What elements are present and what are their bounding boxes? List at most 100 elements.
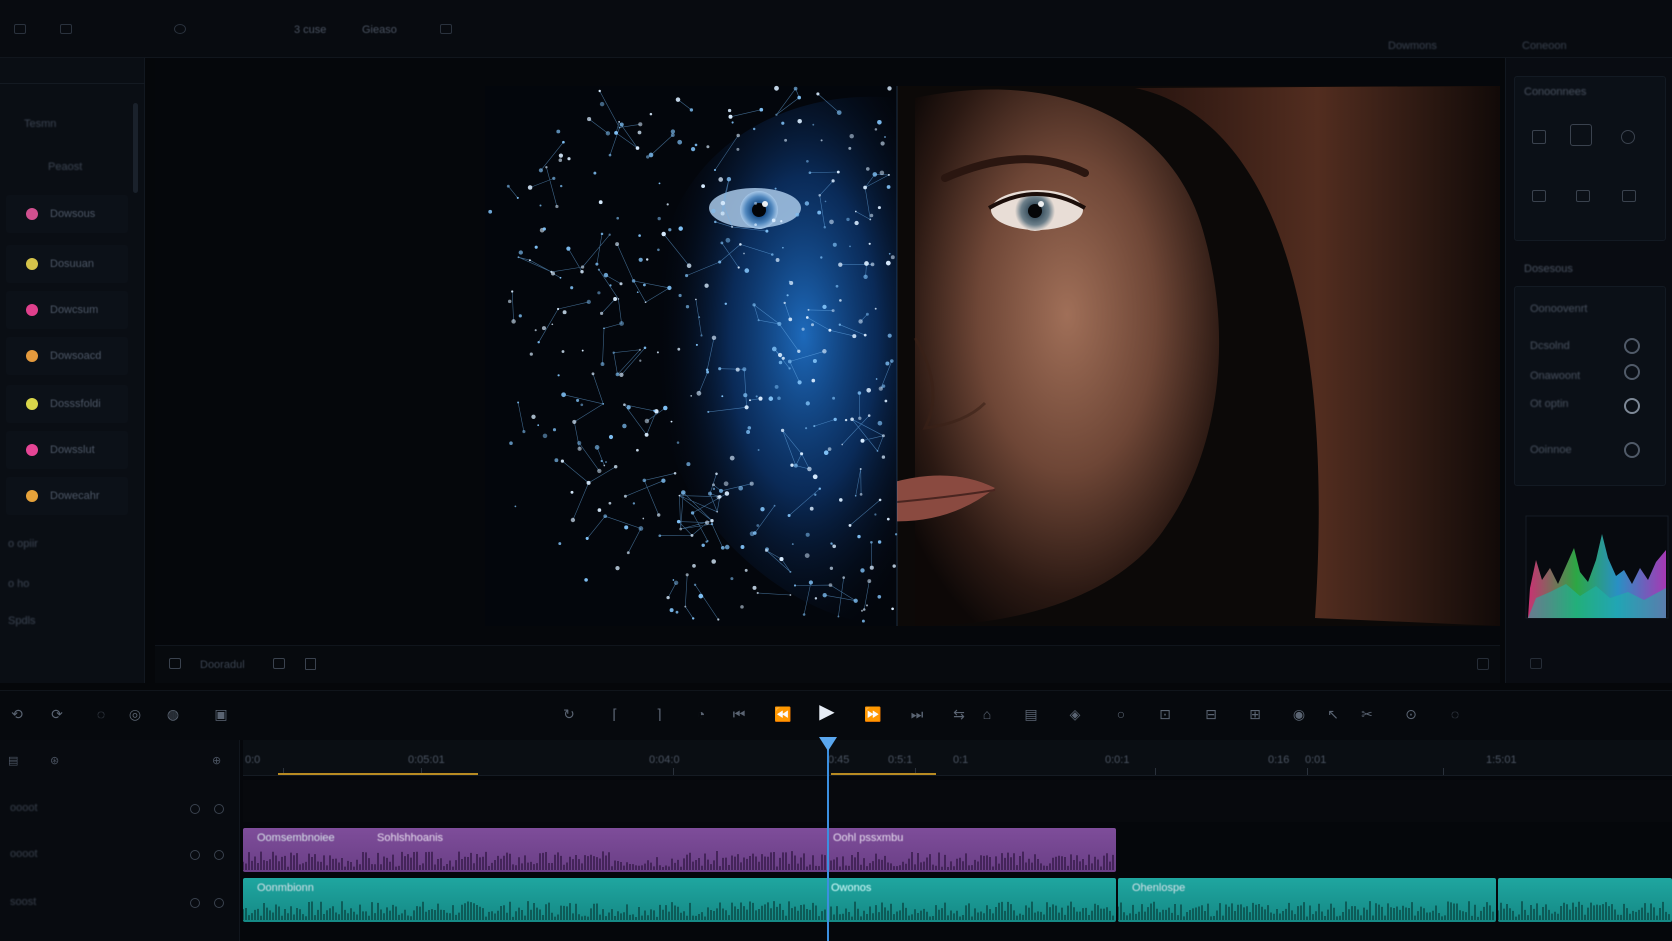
transform-icon[interactable] [1532, 130, 1546, 144]
effects-box [1514, 76, 1666, 241]
audio-clip[interactable]: Ohenlospe [1118, 878, 1496, 922]
bin-folder-label[interactable]: o ho [8, 578, 29, 590]
previous-frame-icon[interactable]: ⏪ [774, 705, 792, 723]
blade-icon[interactable]: ✂ [1358, 705, 1376, 723]
color-tag-icon [26, 490, 38, 502]
mark-out-icon[interactable]: ⌉ [650, 705, 668, 723]
bin-label-1[interactable]: Tesmn [24, 118, 56, 130]
track-visibility-icon[interactable] [190, 804, 200, 814]
viewer-footer-label[interactable]: Dooradul [200, 659, 245, 671]
dial-knob[interactable] [1624, 398, 1640, 414]
color-tag-icon [26, 258, 38, 270]
ripple-icon[interactable]: ◎ [126, 705, 144, 723]
viewer-mode-label[interactable]: Dowmons [1388, 40, 1437, 52]
breadcrumb-item-2[interactable]: Gieaso [362, 24, 397, 36]
track-lock-icon[interactable] [214, 804, 224, 814]
bin-label-2[interactable]: Peaost [48, 161, 82, 173]
snapshot-icon[interactable]: ◈ [1066, 705, 1084, 723]
mark-in-icon[interactable]: ⌈ [606, 705, 624, 723]
zoom-icon[interactable]: ○ [1112, 705, 1130, 723]
pointer-icon[interactable]: ↖ [1324, 705, 1342, 723]
playhead-handle[interactable] [819, 737, 837, 751]
menu-icon[interactable] [14, 24, 26, 34]
audio-clip[interactable] [1498, 878, 1672, 922]
list-item[interactable]: Dowsous [6, 195, 128, 233]
clip-name: Oomsembnoiee [257, 832, 335, 844]
lock-icon[interactable]: ⌂ [978, 705, 996, 723]
media-bin-scrollbar[interactable] [133, 103, 138, 193]
fullscreen-icon[interactable] [1477, 658, 1489, 670]
audio-meter-icon[interactable]: ◉ [1290, 705, 1308, 723]
color-tag-icon [26, 444, 38, 456]
clip-name: Owonos [831, 882, 872, 894]
clip-waveform [1118, 901, 1494, 920]
step-icon[interactable]: ◔ [692, 705, 710, 723]
mask-icon[interactable] [1622, 190, 1636, 202]
bin-icon[interactable] [169, 658, 181, 669]
in-out-range-marker[interactable] [278, 773, 478, 775]
track-lock-icon[interactable] [214, 850, 224, 860]
track-label: soost [10, 896, 37, 908]
clip-waveform [1498, 901, 1670, 920]
marker-icon[interactable]: ◍ [164, 705, 182, 723]
dial-knob[interactable] [1624, 442, 1640, 458]
video-clip[interactable]: Oomsembnoiee Sohlshhoanis Oohl pssxmbu [243, 828, 1116, 872]
audio-scope [1525, 515, 1669, 619]
ruler-tick-label: 0:04:0 [649, 754, 680, 766]
list-item[interactable]: Dowsslut [6, 431, 128, 469]
list-item[interactable]: Dowsoacd [6, 337, 128, 375]
dial-knob[interactable] [1624, 364, 1640, 380]
timecode-ruler[interactable]: 0:0 0:05:01 0:04:0 0:45 0:5:1 0:1 0:0:1 … [243, 740, 1672, 776]
more-icon[interactable]: ◌ [1446, 705, 1464, 723]
export-frame-icon[interactable]: ▤ [1022, 705, 1040, 723]
next-frame-icon[interactable]: ⏩ [864, 705, 882, 723]
preview-viewer[interactable] [155, 58, 1500, 683]
speed-icon[interactable] [1576, 190, 1590, 202]
go-to-start-icon[interactable]: ⏮ [730, 705, 748, 723]
play-button[interactable]: ▶ [818, 702, 836, 722]
overwrite-icon[interactable]: ⊟ [1202, 705, 1220, 723]
playhead[interactable] [827, 740, 829, 941]
link-clips-icon[interactable]: ⊛ [50, 754, 59, 767]
control-label: Dcsolnd [1530, 340, 1570, 352]
transport-bar: ⟲ ⟳ ◌ ◎ ◍ ▣ ↻ ⌈ ⌉ ◔ ⏮ ⏪ ▶ ⏩ ⏭ ⇆ ⌂ ▤ ◈ ○ … [0, 690, 1672, 740]
loop-icon[interactable] [273, 658, 285, 669]
snap-icon[interactable]: ▣ [212, 705, 230, 723]
audio-icon[interactable] [1532, 190, 1546, 202]
color-icon[interactable] [1621, 130, 1635, 144]
list-item[interactable]: Dowecahr [6, 477, 128, 515]
track-visibility-icon[interactable] [190, 850, 200, 860]
track-mute-icon[interactable] [190, 898, 200, 908]
undo-icon[interactable]: ⟲ [8, 705, 26, 723]
add-track-icon[interactable]: ⊕ [212, 754, 221, 767]
refresh-icon[interactable] [440, 24, 452, 34]
replace-icon[interactable]: ⊞ [1246, 705, 1264, 723]
settings-icon[interactable] [1530, 658, 1542, 669]
track-label: oooot [10, 848, 38, 860]
in-out-range-marker[interactable] [831, 773, 936, 775]
link-icon[interactable]: ⊙ [1402, 705, 1420, 723]
bin-folder-label[interactable]: Spdls [8, 615, 36, 627]
search-icon[interactable] [174, 24, 186, 34]
video-track-empty[interactable] [243, 780, 1672, 822]
track-tools-icon[interactable]: ▤ [8, 754, 18, 767]
bin-folder-label[interactable]: o opiir [8, 538, 38, 550]
shuttle-icon[interactable]: ⇆ [950, 705, 968, 723]
go-to-end-icon[interactable]: ⏭ [908, 705, 926, 723]
insert-icon[interactable]: ⊡ [1156, 705, 1174, 723]
folder-icon[interactable] [60, 24, 72, 34]
track-lock-icon[interactable] [214, 898, 224, 908]
list-item[interactable]: Dowcsum [6, 291, 128, 329]
list-item[interactable]: Dosuuan [6, 245, 128, 283]
loop-icon[interactable]: ↻ [560, 705, 578, 723]
inspector-tab-label[interactable]: Coneoon [1522, 40, 1567, 52]
cut-icon[interactable]: ◌ [92, 705, 110, 723]
list-item[interactable]: Dosssfoldi [6, 385, 128, 423]
control-label: Oonoovenrt [1530, 303, 1588, 315]
clipboard-icon[interactable] [305, 658, 316, 670]
redo-icon[interactable]: ⟳ [48, 705, 66, 723]
breadcrumb-item-1[interactable]: 3 cuse [294, 24, 326, 36]
dial-knob[interactable] [1624, 338, 1640, 354]
crop-icon[interactable] [1570, 124, 1592, 146]
audio-clip[interactable]: Oonmbionn Owonos [243, 878, 1116, 922]
